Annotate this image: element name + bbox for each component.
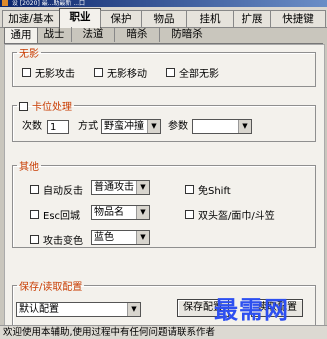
auto-counter-select-value: 普通攻击 bbox=[94, 182, 134, 193]
subtab-warrior[interactable]: 战士 bbox=[37, 27, 72, 42]
tab-afk[interactable]: 挂机 bbox=[186, 10, 234, 27]
no-shadow-attack-checkbox[interactable] bbox=[22, 68, 31, 77]
tab-protection[interactable]: 保护 bbox=[100, 10, 142, 27]
no-shift-option[interactable]: 免Shift bbox=[185, 182, 231, 197]
dropdown-arrow-icon[interactable]: ▼ bbox=[136, 206, 149, 219]
all-no-shadow-checkbox[interactable] bbox=[166, 68, 175, 77]
no-shadow-attack-option[interactable]: 无影攻击 bbox=[22, 65, 75, 80]
count-label: 次数 bbox=[22, 121, 42, 132]
subtab-general[interactable]: 通用 bbox=[4, 27, 38, 43]
attack-color-option[interactable]: 攻击变色 bbox=[30, 232, 83, 247]
main-tab-bar: 加速/基本 职业 保护 物品 挂机 扩展 快捷键 bbox=[0, 7, 327, 28]
tab-speed-basic[interactable]: 加速/基本 bbox=[2, 10, 60, 27]
dropdown-arrow-icon[interactable]: ▼ bbox=[147, 120, 160, 133]
settings-panel: 无影 无影攻击 无影移动 全部无影 卡位处理 次数 1 方式 野蛮冲撞 ▼ 参数… bbox=[4, 44, 325, 329]
config-select[interactable]: 默认配置 ▼ bbox=[16, 302, 141, 317]
attack-color-label: 攻击变色 bbox=[43, 236, 83, 247]
window-title: 设 [2020] 最...助最新 ...口 bbox=[11, 0, 86, 7]
double-head-option[interactable]: 双头盔/面巾/斗笠 bbox=[185, 207, 275, 222]
stuck-legend-wrap: 卡位处理 bbox=[17, 98, 74, 113]
auto-counter-label: 自动反击 bbox=[43, 186, 83, 197]
esc-return-select-value: 物品名 bbox=[94, 207, 124, 218]
double-head-checkbox[interactable] bbox=[185, 210, 194, 219]
esc-return-label: Esc回城 bbox=[43, 211, 81, 222]
mode-select[interactable]: 野蛮冲撞 ▼ bbox=[101, 119, 161, 134]
config-select-value: 默认配置 bbox=[19, 304, 59, 315]
param-select[interactable]: ▼ bbox=[192, 119, 252, 134]
dropdown-arrow-icon[interactable]: ▼ bbox=[238, 120, 251, 133]
no-shadow-attack-label: 无影攻击 bbox=[35, 69, 75, 80]
attack-color-checkbox[interactable] bbox=[30, 235, 39, 244]
auto-counter-checkbox[interactable] bbox=[30, 185, 39, 194]
auto-counter-select[interactable]: 普通攻击 ▼ bbox=[91, 180, 150, 195]
subtab-anti-assassin[interactable]: 防暗杀 bbox=[160, 27, 214, 42]
sub-tab-bar: 通用 战士 法道 暗杀 防暗杀 bbox=[4, 27, 323, 44]
no-shadow-legend: 无影 bbox=[19, 49, 39, 60]
attack-color-select-value: 蓝色 bbox=[94, 232, 114, 243]
esc-return-checkbox[interactable] bbox=[30, 210, 39, 219]
tab-extend[interactable]: 扩展 bbox=[233, 10, 271, 27]
status-bar: 欢迎使用本辅助,使用过程中有任何问题请联系作者 bbox=[0, 325, 327, 339]
status-text: 欢迎使用本辅助,使用过程中有任何问题请联系作者 bbox=[3, 327, 216, 338]
subtab-assassin[interactable]: 暗杀 bbox=[115, 27, 160, 42]
stuck-handling-checkbox[interactable] bbox=[19, 102, 28, 111]
double-head-label: 双头盔/面巾/斗笠 bbox=[198, 211, 275, 222]
config-legend: 保存/读取配置 bbox=[19, 282, 83, 293]
no-shadow-move-option[interactable]: 无影移动 bbox=[94, 65, 147, 80]
all-no-shadow-option[interactable]: 全部无影 bbox=[166, 65, 219, 80]
no-shadow-move-checkbox[interactable] bbox=[94, 68, 103, 77]
attack-color-select[interactable]: 蓝色 ▼ bbox=[91, 230, 150, 245]
tab-hotkeys[interactable]: 快捷键 bbox=[270, 10, 326, 27]
dropdown-arrow-icon[interactable]: ▼ bbox=[136, 231, 149, 244]
app-icon bbox=[2, 0, 8, 6]
no-shadow-move-label: 无影移动 bbox=[107, 69, 147, 80]
tab-profession[interactable]: 职业 bbox=[59, 8, 101, 28]
esc-return-select[interactable]: 物品名 ▼ bbox=[91, 205, 150, 220]
mode-select-value: 野蛮冲撞 bbox=[104, 121, 144, 132]
title-bar: 设 [2020] 最...助最新 ...口 bbox=[0, 0, 327, 7]
all-no-shadow-label: 全部无影 bbox=[179, 69, 219, 80]
tab-items[interactable]: 物品 bbox=[141, 10, 187, 27]
esc-return-option[interactable]: Esc回城 bbox=[30, 207, 80, 222]
param-label: 参数 bbox=[168, 121, 188, 132]
count-input[interactable]: 1 bbox=[47, 120, 69, 134]
dropdown-arrow-icon[interactable]: ▼ bbox=[136, 181, 149, 194]
stuck-handling-legend: 卡位处理 bbox=[32, 102, 72, 113]
auto-counter-option[interactable]: 自动反击 bbox=[30, 182, 83, 197]
mode-label: 方式 bbox=[78, 121, 98, 132]
no-shift-checkbox[interactable] bbox=[185, 185, 194, 194]
load-config-button[interactable]: 读取配置 bbox=[251, 299, 303, 317]
other-legend: 其他 bbox=[19, 162, 39, 173]
no-shift-label: 免Shift bbox=[198, 186, 231, 197]
subtab-mage-taoist[interactable]: 法道 bbox=[72, 27, 115, 42]
save-config-button[interactable]: 保存配置 bbox=[177, 299, 229, 317]
dropdown-arrow-icon[interactable]: ▼ bbox=[127, 303, 140, 316]
